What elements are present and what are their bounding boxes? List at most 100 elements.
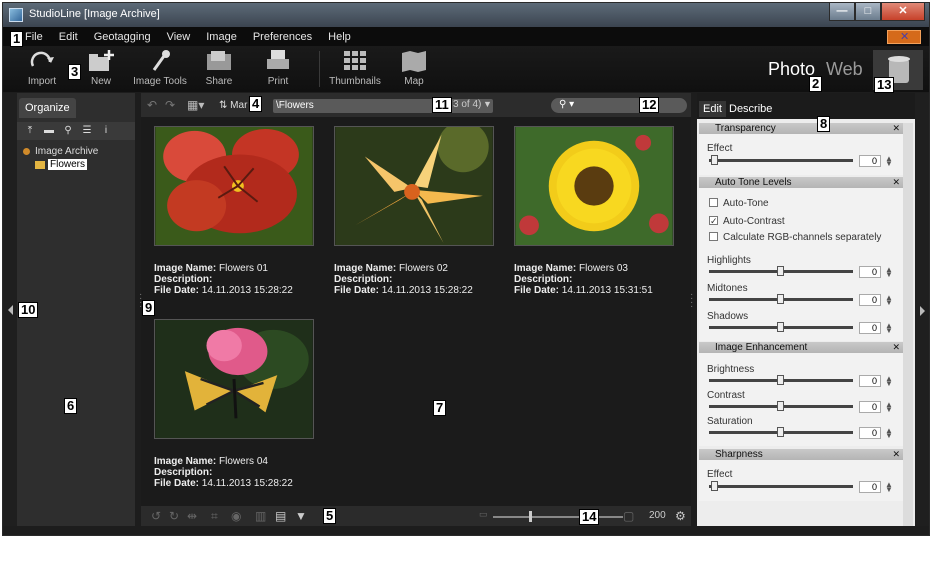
filter-icon[interactable]: ▼ xyxy=(295,509,307,523)
auto-contrast-checkbox[interactable]: ✓ xyxy=(709,216,718,226)
rgb-separately-checkbox[interactable] xyxy=(709,232,718,241)
slider-knob[interactable] xyxy=(711,155,718,165)
thumbnail-image-red-flower[interactable] xyxy=(154,126,314,246)
close-button[interactable]: ✕ xyxy=(881,3,925,21)
spinner-icon[interactable]: ▲ ▼ xyxy=(885,481,893,494)
slider-knob[interactable] xyxy=(777,375,784,385)
spinner-icon[interactable]: ▲ ▼ xyxy=(885,322,893,335)
forward-icon[interactable]: ↷ xyxy=(165,98,175,112)
menu-file[interactable]: File xyxy=(25,31,43,43)
transparency-effect-slider[interactable] xyxy=(709,159,853,162)
auto-tone-checkbox[interactable] xyxy=(709,198,718,207)
thumbnails-button[interactable]: Thumbnails xyxy=(326,48,384,87)
web-mode-tab[interactable]: Web xyxy=(826,59,863,80)
menu-image[interactable]: Image xyxy=(206,31,237,43)
search-icon[interactable]: ⚲ xyxy=(61,125,75,137)
share-button[interactable]: Share xyxy=(190,48,248,87)
right-collapse-bar[interactable] xyxy=(915,93,929,526)
slider-knob[interactable] xyxy=(777,401,784,411)
slider-knob[interactable] xyxy=(711,481,718,491)
slider-knob[interactable] xyxy=(777,322,784,332)
auto-tone-header[interactable]: Auto Tone Levels ✕ xyxy=(699,177,903,188)
flip-icon[interactable]: ⇹ xyxy=(187,509,197,523)
highlights-value[interactable]: 0 xyxy=(859,266,881,278)
close-section-icon[interactable]: ✕ xyxy=(892,449,900,460)
zoom-in-icon[interactable]: ▢ xyxy=(623,509,634,523)
sharpness-effect-value[interactable]: 0 xyxy=(859,481,881,493)
transparency-effect-value[interactable]: 0 xyxy=(859,155,881,167)
right-splitter[interactable]: · · · · xyxy=(690,290,693,312)
slider-knob[interactable] xyxy=(777,294,784,304)
callout-9: 9 xyxy=(142,300,156,316)
brightness-value[interactable]: 0 xyxy=(859,375,881,387)
image-tools-button[interactable]: Image Tools xyxy=(131,48,189,87)
close-section-icon[interactable]: ✕ xyxy=(892,177,900,188)
slider-knob[interactable] xyxy=(777,427,784,437)
sort-button[interactable]: ⇅ Mar xyxy=(219,100,247,111)
map-button[interactable]: Map xyxy=(385,48,443,87)
spinner-icon[interactable]: ▲ ▼ xyxy=(885,375,893,388)
sharpness-header[interactable]: Sharpness ✕ xyxy=(699,449,903,460)
menu-preferences[interactable]: Preferences xyxy=(253,31,312,43)
back-icon[interactable]: ↶ xyxy=(147,98,157,112)
thumbnail-item[interactable]: Image Name: Flowers 01 Description: File… xyxy=(154,126,314,296)
shadows-value[interactable]: 0 xyxy=(859,322,881,334)
thumbnail-meta: Image Name: Flowers 04 Description: File… xyxy=(154,456,293,489)
tab-organize[interactable]: Organize xyxy=(19,98,76,118)
left-collapse-bar[interactable] xyxy=(3,93,17,526)
new-folder-icon[interactable]: ▬ xyxy=(42,125,56,137)
list-icon[interactable]: ☰ xyxy=(80,125,94,137)
tab-describe[interactable]: Describe xyxy=(725,101,776,117)
tab-edit[interactable]: Edit xyxy=(699,101,726,117)
language-flag-button[interactable] xyxy=(887,30,921,44)
rotate-right-icon[interactable]: ↻ xyxy=(169,509,179,523)
slider-knob[interactable] xyxy=(777,266,784,276)
rotate-left-icon[interactable]: ↺ xyxy=(151,509,161,523)
zoom-slider[interactable] xyxy=(493,516,623,518)
spinner-icon[interactable]: ▲ ▼ xyxy=(885,401,893,414)
close-section-icon[interactable]: ✕ xyxy=(892,123,900,134)
settings-gear-icon[interactable]: ⚙ xyxy=(675,509,686,523)
crop-icon[interactable]: ⌗ xyxy=(211,509,218,524)
image-enhancement-header[interactable]: Image Enhancement ✕ xyxy=(699,342,903,353)
midtones-value[interactable]: 0 xyxy=(859,294,881,306)
menu-view[interactable]: View xyxy=(167,31,191,43)
thumbnail-image-butterfly[interactable] xyxy=(154,319,314,439)
thumbnail-image-lily[interactable] xyxy=(334,121,494,246)
page-dropdown-icon[interactable]: ▼ xyxy=(483,99,492,109)
batch-icon[interactable]: ▤ xyxy=(275,509,286,523)
view-grid-icon[interactable]: ▦▾ xyxy=(187,98,204,112)
print-button[interactable]: Print xyxy=(249,48,307,87)
info-icon[interactable]: i xyxy=(99,125,113,137)
thumbnail-item[interactable]: Image Name: Flowers 04 Description: File… xyxy=(154,319,314,489)
menu-edit[interactable]: Edit xyxy=(59,31,78,43)
minimize-button[interactable]: — xyxy=(829,3,855,21)
menu-geotagging[interactable]: Geotagging xyxy=(94,31,151,43)
import-button[interactable]: Import xyxy=(13,48,71,87)
spinner-icon[interactable]: ▲ ▼ xyxy=(885,294,893,307)
transparency-header[interactable]: Transparency ✕ xyxy=(699,123,903,134)
tree-item-image-archive[interactable]: Image Archive xyxy=(23,145,98,158)
zoom-out-icon[interactable]: ▭ xyxy=(479,509,488,520)
photo-mode-tab[interactable]: Photo xyxy=(768,59,815,80)
thumbnail-image-sunflower[interactable] xyxy=(514,126,674,246)
search-input[interactable]: ⚲ ▾ xyxy=(551,98,687,113)
thumbnail-item[interactable]: Image Name: Flowers 03 Description: File… xyxy=(514,126,674,296)
up-folder-icon[interactable]: ⤒ xyxy=(23,125,37,137)
thumbnail-item[interactable]: Image Name: Flowers 02 Description: File… xyxy=(334,121,494,296)
menu-help[interactable]: Help xyxy=(328,31,351,43)
delete-icon[interactable]: ▥ xyxy=(255,509,266,523)
spinner-icon[interactable]: ▲ ▼ xyxy=(885,155,893,168)
spinner-icon[interactable]: ▲ ▼ xyxy=(885,266,893,279)
close-section-icon[interactable]: ✕ xyxy=(892,342,900,353)
sharpness-effect-slider[interactable] xyxy=(709,485,853,488)
edit-panel-scrollbar[interactable] xyxy=(903,123,913,526)
saturation-value[interactable]: 0 xyxy=(859,427,881,439)
share-icon xyxy=(207,51,231,70)
contrast-value[interactable]: 0 xyxy=(859,401,881,413)
tree-item-flowers[interactable]: Flowers xyxy=(23,158,98,171)
zoom-slider-knob[interactable] xyxy=(529,511,532,522)
spinner-icon[interactable]: ▲ ▼ xyxy=(885,427,893,440)
maximize-button[interactable]: □ xyxy=(855,3,881,21)
view-icon[interactable]: ◉ xyxy=(231,509,241,523)
